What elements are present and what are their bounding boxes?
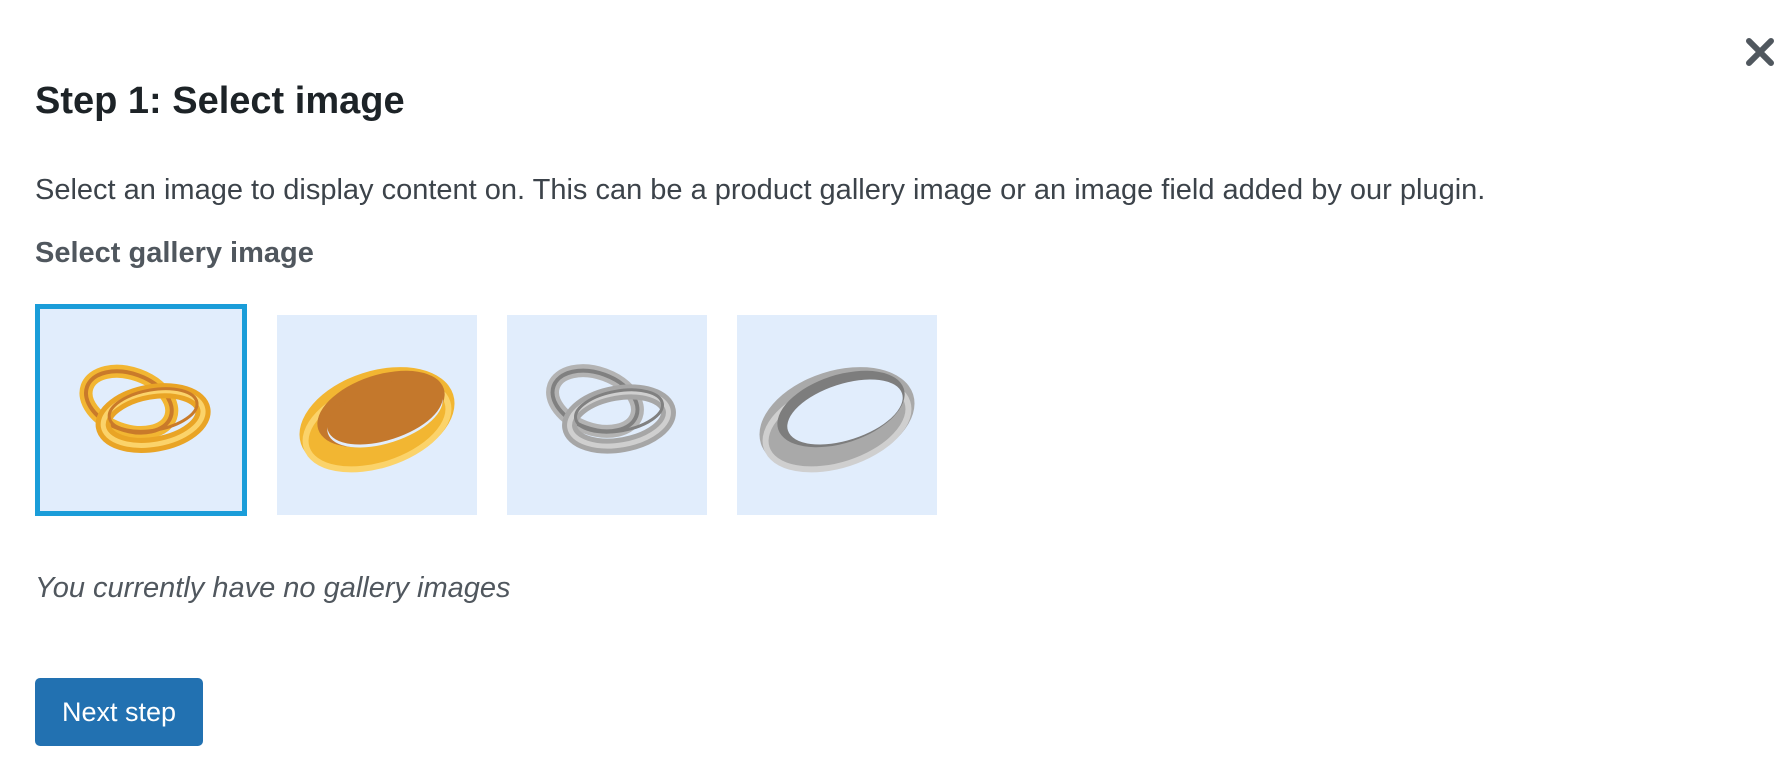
- no-gallery-images-note: You currently have no gallery images: [35, 572, 511, 604]
- close-icon: [1746, 38, 1774, 66]
- next-step-button[interactable]: Next step: [35, 678, 203, 746]
- gallery-thumbnail-silver-interlocked-rings[interactable]: [507, 315, 707, 515]
- gold-interlocked-rings-image: [40, 309, 242, 511]
- modal-title: Step 1: Select image: [35, 80, 405, 122]
- modal-description: Select an image to display content on. T…: [35, 174, 1486, 206]
- silver-interlocked-rings-image: [507, 315, 707, 515]
- gallery-heading: Select gallery image: [35, 237, 314, 269]
- close-button[interactable]: [1742, 34, 1778, 70]
- gallery-thumbnail-gold-single-ring[interactable]: [277, 315, 477, 515]
- gallery-thumbnail-gold-interlocked-rings[interactable]: [35, 304, 247, 516]
- silver-single-ring-image: [737, 315, 937, 515]
- gallery-thumbnail-silver-single-ring[interactable]: [737, 315, 937, 515]
- gold-single-ring-image: [277, 315, 477, 515]
- gallery-image-list: [35, 304, 945, 516]
